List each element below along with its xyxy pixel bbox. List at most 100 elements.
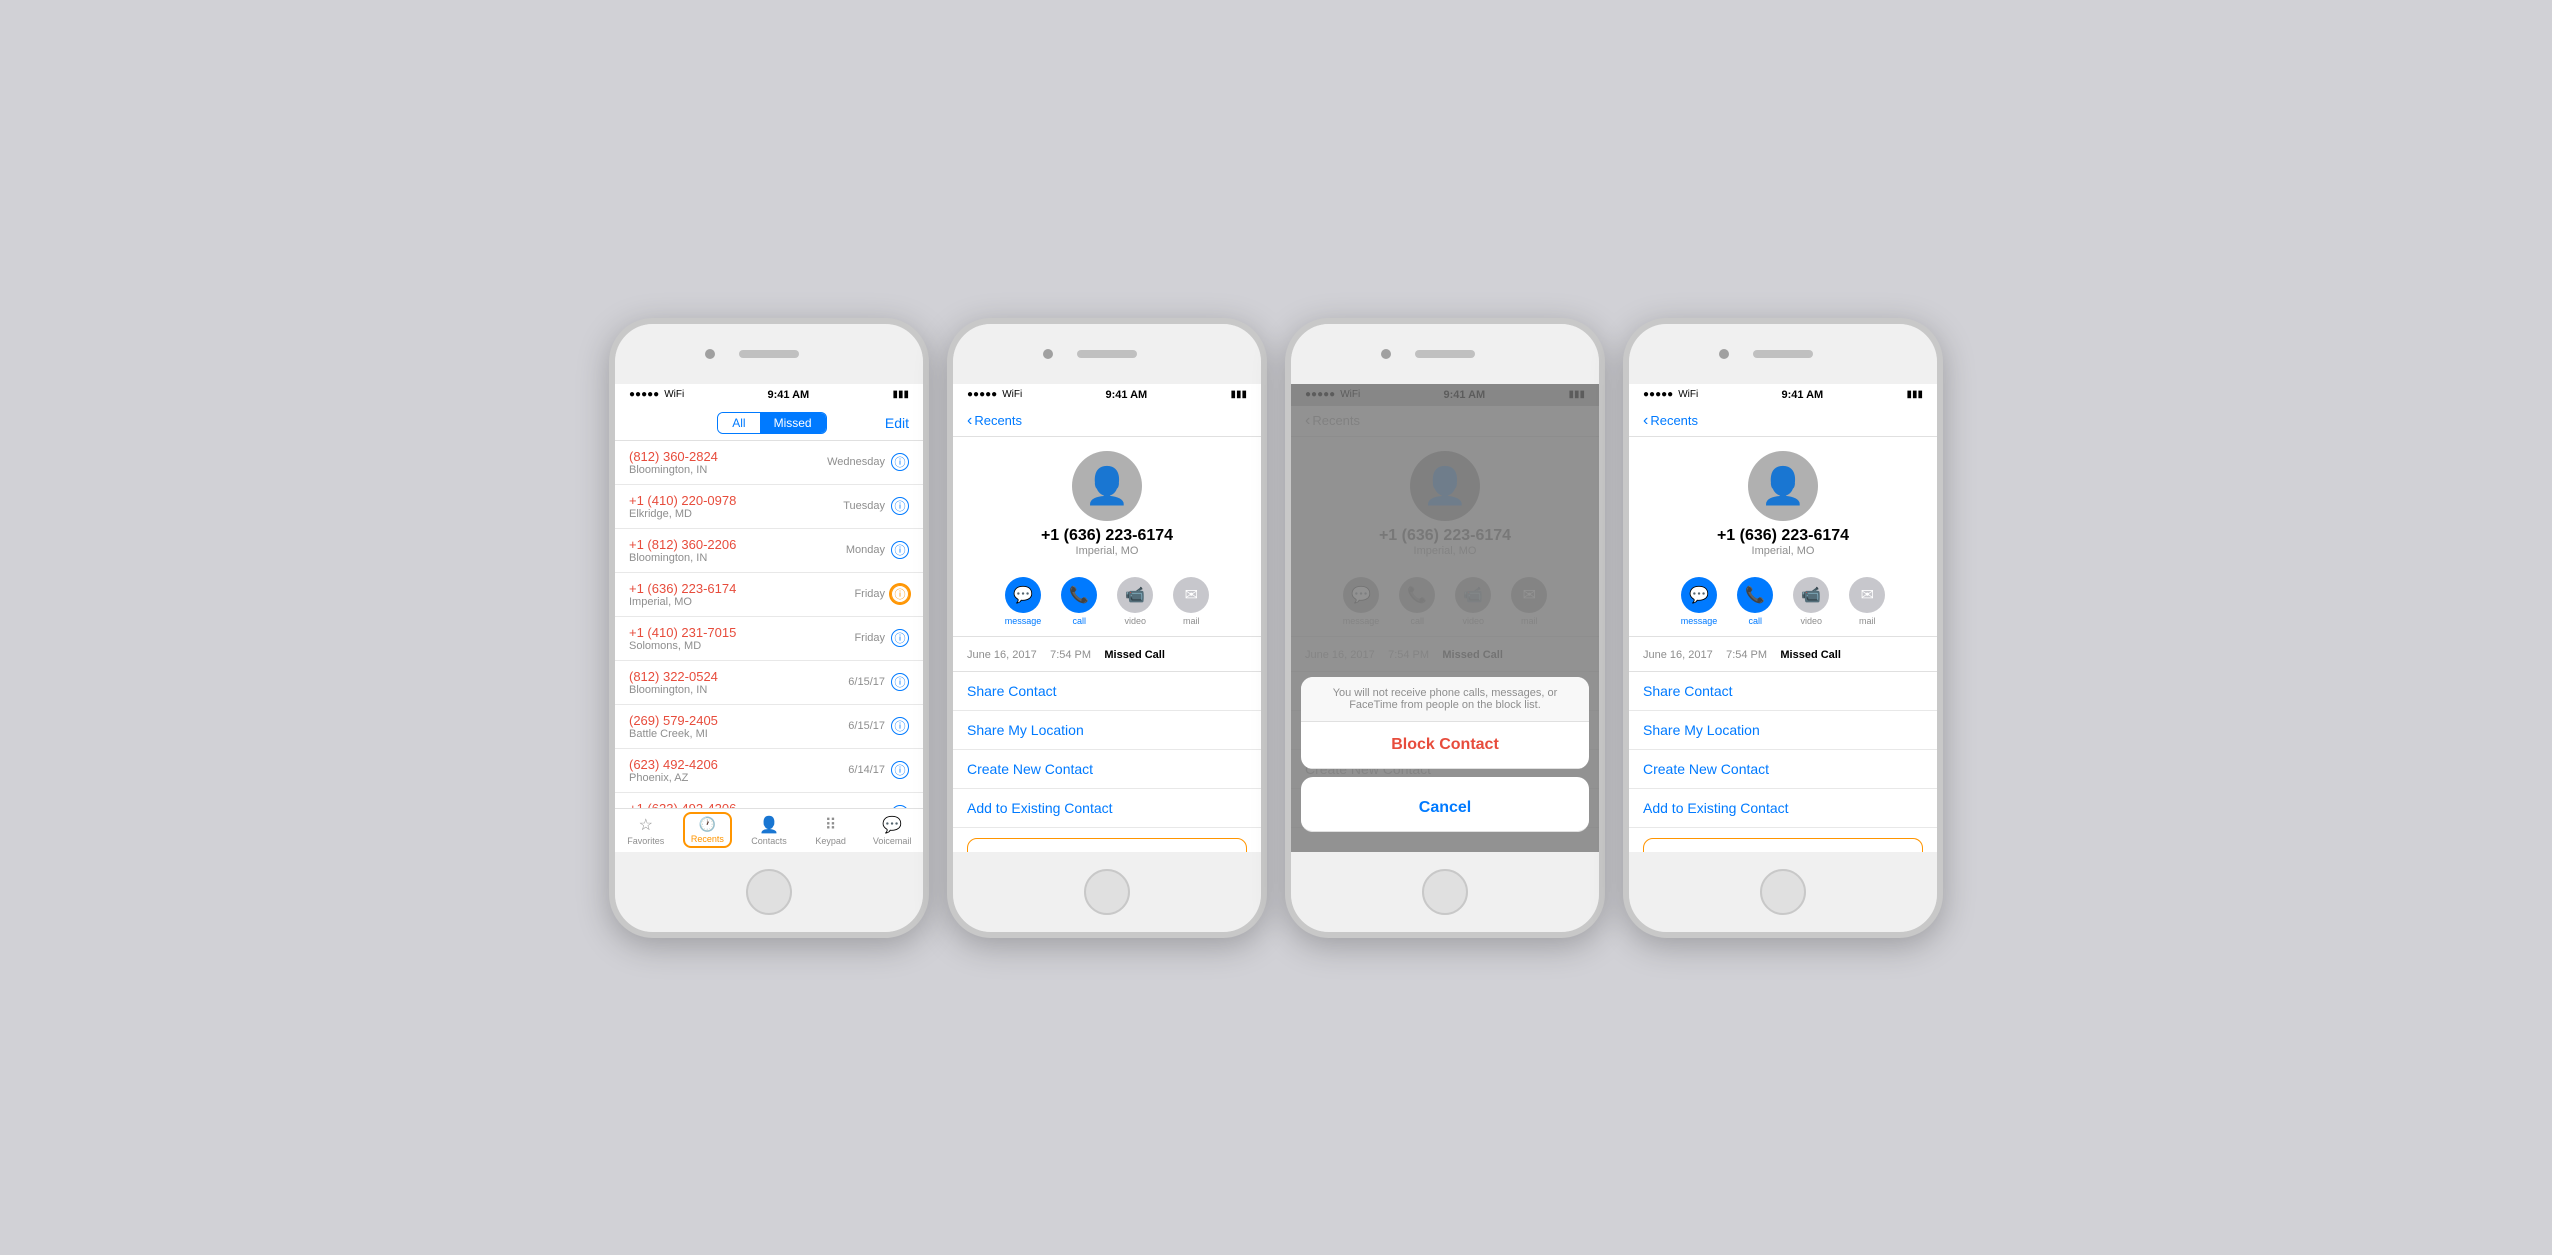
share-location-2[interactable]: Share My Location <box>953 711 1261 750</box>
home-button-4[interactable] <box>1760 869 1806 915</box>
detail-nav-2: ‹ Recents <box>953 406 1261 437</box>
contact-location-4: Imperial, MO <box>1752 545 1815 557</box>
status-battery-4: ▮▮▮ <box>1906 389 1923 400</box>
tab-recents-1[interactable]: 🕐 Recents <box>677 809 739 852</box>
cancel-sheet-3: Cancel <box>1301 777 1589 832</box>
home-button-2[interactable] <box>1084 869 1130 915</box>
share-location-4[interactable]: Share My Location <box>1629 711 1937 750</box>
add-existing-2[interactable]: Add to Existing Contact <box>953 789 1261 828</box>
nav-bar-1: All Missed Edit <box>615 406 923 441</box>
call-item-3[interactable]: +1 (636) 223-6174 Imperial, MO Friday ⓘ <box>615 573 923 617</box>
info-btn-1[interactable]: ⓘ <box>891 497 909 515</box>
call-label-2: call <box>1073 616 1087 626</box>
signal-dots-4: ●●●●● <box>1643 389 1673 400</box>
call-item-4[interactable]: +1 (410) 231-7015 Solomons, MD Friday ⓘ <box>615 617 923 661</box>
info-btn-3-highlighted[interactable]: ⓘ <box>891 585 909 603</box>
call-item-2[interactable]: +1 (812) 360-2206 Bloomington, IN Monday… <box>615 529 923 573</box>
cancel-btn-3[interactable]: Cancel <box>1301 785 1589 832</box>
call-location-6: Battle Creek, MI <box>629 728 848 740</box>
call-date-5: 6/15/17 <box>848 676 885 688</box>
call-item-7[interactable]: (623) 492-4206 Phoenix, AZ 6/14/17 ⓘ <box>615 749 923 793</box>
message-circle-4: 💬 <box>1681 577 1717 613</box>
message-btn-2[interactable]: 💬 message <box>1005 577 1042 626</box>
mail-btn-2[interactable]: ✉ mail <box>1173 577 1209 626</box>
call-item-6[interactable]: (269) 579-2405 Battle Creek, MI 6/15/17 … <box>615 705 923 749</box>
message-label-4: message <box>1681 616 1718 626</box>
add-existing-4[interactable]: Add to Existing Contact <box>1629 789 1937 828</box>
create-contact-2[interactable]: Create New Contact <box>953 750 1261 789</box>
avatar-person-icon-2: 👤 <box>1085 465 1130 507</box>
call-location-0: Bloomington, IN <box>629 464 827 476</box>
call-meta-4: Friday ⓘ <box>854 629 909 647</box>
block-contact-btn-3[interactable]: Block Contact <box>1301 722 1589 769</box>
call-number-1: +1 (410) 220-0978 <box>629 493 843 508</box>
battery-icon-1: ▮▮▮ <box>892 389 909 400</box>
call-number-2: +1 (812) 360-2206 <box>629 537 846 552</box>
mail-label-4: mail <box>1859 616 1876 626</box>
tab-group-1[interactable]: All Missed <box>717 412 826 434</box>
call-info-2: +1 (812) 360-2206 Bloomington, IN <box>629 537 846 564</box>
mail-btn-4[interactable]: ✉ mail <box>1849 577 1885 626</box>
call-btn-4[interactable]: 📞 call <box>1737 577 1773 626</box>
tab-missed[interactable]: Missed <box>760 413 826 433</box>
back-btn-2[interactable]: ‹ Recents <box>967 412 1022 430</box>
home-button-1[interactable] <box>746 869 792 915</box>
speaker-3 <box>1415 350 1475 358</box>
call-label-4: call <box>1749 616 1763 626</box>
info-btn-5[interactable]: ⓘ <box>891 673 909 691</box>
back-btn-4[interactable]: ‹ Recents <box>1643 412 1698 430</box>
call-date-2: Monday <box>846 544 885 556</box>
tab-voicemail-1[interactable]: 💬 Voicemail <box>861 809 923 852</box>
contact-header-4: 👤 +1 (636) 223-6174 Imperial, MO <box>1629 437 1937 567</box>
phone-3: ●●●●● WiFi 9:41 AM ▮▮▮ ‹ Recents 👤 +1 (6… <box>1285 318 1605 938</box>
call-meta-1: Tuesday ⓘ <box>843 497 909 515</box>
message-label-2: message <box>1005 616 1042 626</box>
phone-bottom-4 <box>1629 852 1937 932</box>
call-number-7: (623) 492-4206 <box>629 757 848 772</box>
info-btn-4[interactable]: ⓘ <box>891 629 909 647</box>
share-contact-4[interactable]: Share Contact <box>1629 672 1937 711</box>
tab-keypad-1[interactable]: ⠿ Keypad <box>800 809 862 852</box>
call-number-5: (812) 322-0524 <box>629 669 848 684</box>
call-info-1: +1 (410) 220-0978 Elkridge, MD <box>629 493 843 520</box>
signal-dots-2: ●●●●● <box>967 389 997 400</box>
unblock-caller-btn-4[interactable]: Unblock this Caller <box>1643 838 1923 852</box>
speaker-2 <box>1077 350 1137 358</box>
tab-contacts-1[interactable]: 👤 Contacts <box>738 809 800 852</box>
tab-all[interactable]: All <box>718 413 759 433</box>
avatar-2: 👤 <box>1072 451 1142 521</box>
call-info-8: +1 (623) 492-4206 Phoenix, AZ <box>629 801 848 808</box>
call-circle-4: 📞 <box>1737 577 1773 613</box>
call-btn-2[interactable]: 📞 call <box>1061 577 1097 626</box>
call-meta-6: 6/15/17 ⓘ <box>848 717 909 735</box>
video-btn-2[interactable]: 📹 video <box>1117 577 1153 626</box>
message-btn-4[interactable]: 💬 message <box>1681 577 1718 626</box>
info-btn-8[interactable]: ⓘ <box>891 805 909 808</box>
call-item-5[interactable]: (812) 322-0524 Bloomington, IN 6/15/17 ⓘ <box>615 661 923 705</box>
call-meta-0: Wednesday ⓘ <box>827 453 909 471</box>
call-location-7: Phoenix, AZ <box>629 772 848 784</box>
mail-circle-4: ✉ <box>1849 577 1885 613</box>
screen-2: ●●●●● WiFi 9:41 AM ▮▮▮ ‹ Recents 👤 +1 (6… <box>953 384 1261 852</box>
info-btn-6[interactable]: ⓘ <box>891 717 909 735</box>
share-contact-2[interactable]: Share Contact <box>953 672 1261 711</box>
call-log-4: June 16, 2017 7:54 PM Missed Call <box>1629 637 1937 672</box>
call-item-8[interactable]: +1 (623) 492-4206 Phoenix, AZ 6/14/17 ⓘ <box>615 793 923 808</box>
call-item-1[interactable]: +1 (410) 220-0978 Elkridge, MD Tuesday ⓘ <box>615 485 923 529</box>
tab-favorites-1[interactable]: ☆ Favorites <box>615 809 677 852</box>
info-btn-0[interactable]: ⓘ <box>891 453 909 471</box>
call-location-3: Imperial, MO <box>629 596 854 608</box>
block-btn-container-4: Unblock this Caller <box>1629 828 1937 852</box>
status-time-2: 9:41 AM <box>1105 389 1147 401</box>
block-caller-btn-2[interactable]: Block this Caller <box>967 838 1247 852</box>
edit-btn-1[interactable]: Edit <box>885 415 909 431</box>
camera-2 <box>1043 349 1053 359</box>
home-button-3[interactable] <box>1422 869 1468 915</box>
video-btn-4[interactable]: 📹 video <box>1793 577 1829 626</box>
info-btn-7[interactable]: ⓘ <box>891 761 909 779</box>
create-contact-4[interactable]: Create New Contact <box>1629 750 1937 789</box>
call-date-4: Friday <box>854 632 885 644</box>
info-btn-2[interactable]: ⓘ <box>891 541 909 559</box>
call-item-0[interactable]: (812) 360-2824 Bloomington, IN Wednesday… <box>615 441 923 485</box>
menu-list-2: Share Contact Share My Location Create N… <box>953 672 1261 828</box>
